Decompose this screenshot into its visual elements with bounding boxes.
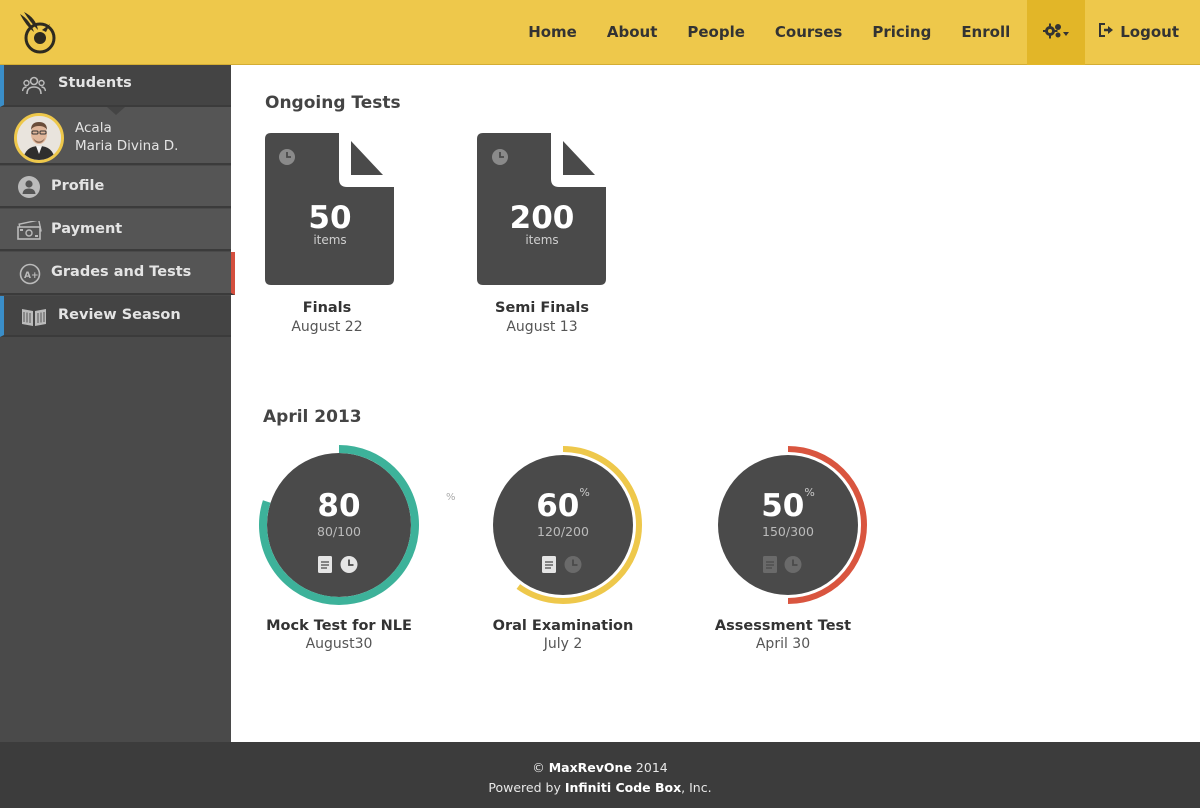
test-item-count: 50 [308, 200, 352, 236]
logout-label: Logout [1120, 23, 1179, 41]
footer: © MaxRevOne 2014 Powered by Infiniti Cod… [0, 742, 1200, 808]
result-number: 80 [317, 488, 361, 524]
sidebar-item-label: Payment [51, 221, 123, 237]
settings-dropdown[interactable] [1027, 0, 1086, 65]
footer-year: 2014 [635, 760, 668, 775]
result-name: Assessment Test [714, 618, 852, 634]
result-date: April 30 [755, 636, 811, 652]
clock-icon [340, 556, 358, 573]
april-2013-heading: April 2013 [263, 407, 362, 427]
test-card-finals[interactable]: 50 items [265, 133, 395, 285]
test-item-unit: items [313, 233, 347, 247]
footer-company: Infiniti Code Box [564, 780, 682, 795]
sidebar-item-grades-and-tests[interactable]: A+ Grades and Tests [0, 252, 235, 295]
users-icon [22, 76, 46, 96]
result-score: 150/300 [762, 524, 814, 539]
ongoing-tests-heading: Ongoing Tests [265, 93, 401, 113]
result-name: Mock Test for NLE [266, 618, 412, 634]
book-icon [21, 307, 47, 327]
powered-by-text: Powered by [488, 780, 561, 795]
active-notch [107, 107, 125, 115]
result-value: 60% [478, 486, 648, 524]
document-small-icon [318, 556, 332, 573]
test-name: Finals [302, 300, 352, 316]
result-date: July 2 [543, 636, 583, 652]
copyright-symbol: © [532, 760, 545, 775]
brand-logo-icon[interactable] [16, 10, 60, 56]
user-first-name: Acala [75, 120, 112, 136]
result-value: 50% [703, 486, 873, 524]
sidebar-item-label: Review Season [58, 307, 181, 323]
result-name: Oral Examination [492, 618, 634, 634]
main-nav: Home About People Courses Pricing Enroll [513, 0, 1200, 65]
sidebar-item-students[interactable]: Students [0, 65, 231, 107]
logout-icon [1099, 0, 1114, 65]
nav-people[interactable]: People [672, 0, 760, 65]
document-small-icon [763, 556, 777, 573]
clock-icon [784, 556, 802, 573]
footer-suffix: , Inc. [681, 780, 712, 795]
result-date: August30 [305, 636, 373, 652]
gears-icon [1042, 23, 1070, 43]
stray-percent-sign: % [446, 492, 456, 503]
test-date: August 13 [506, 319, 578, 335]
result-number: 50 [761, 488, 805, 524]
top-header: Home About People Courses Pricing Enroll [0, 0, 1200, 65]
logout-button[interactable]: Logout [1085, 0, 1200, 65]
footer-copyright: © MaxRevOne 2014 [0, 760, 1200, 775]
money-icon [17, 221, 43, 241]
nav-about[interactable]: About [592, 0, 673, 65]
sidebar: Students Acala Maria Divina D. Profile P… [0, 65, 235, 742]
sidebar-students-label: Students [58, 75, 132, 91]
sidebar-item-review-season[interactable]: Review Season [0, 296, 231, 337]
test-date: August 22 [291, 319, 363, 335]
document-small-icon [542, 556, 556, 573]
user-full-name: Maria Divina D. [75, 138, 179, 154]
result-score: 80/100 [317, 524, 361, 539]
nav-home[interactable]: Home [513, 0, 592, 65]
test-item-unit: items [525, 233, 559, 247]
grade-icon: A+ [19, 263, 41, 285]
clock-icon [564, 556, 582, 573]
test-item-count: 200 [509, 200, 575, 236]
result-gauge-assessment-test[interactable]: 50% 150/300 [703, 440, 873, 610]
result-gauge-mock-test[interactable]: 80 80/100 [254, 440, 424, 610]
percent-sign: % [804, 486, 815, 499]
result-gauge-oral-examination[interactable]: 60% 120/200 [478, 440, 648, 610]
avatar[interactable] [14, 113, 64, 163]
svg-text:A+: A+ [24, 271, 39, 281]
test-card-semi-finals[interactable]: 200 items [477, 133, 607, 285]
sidebar-item-profile[interactable]: Profile [0, 166, 231, 208]
result-value: 80 [254, 488, 424, 524]
footer-powered-by: Powered by Infiniti Code Box, Inc. [0, 780, 1200, 795]
nav-enroll[interactable]: Enroll [946, 0, 1025, 65]
footer-brand: MaxRevOne [548, 760, 632, 775]
nav-courses[interactable]: Courses [760, 0, 857, 65]
nav-pricing[interactable]: Pricing [857, 0, 946, 65]
result-number: 60 [536, 488, 580, 524]
sidebar-item-payment[interactable]: Payment [0, 209, 231, 251]
percent-sign: % [579, 486, 590, 499]
sidebar-item-label: Grades and Tests [51, 264, 192, 280]
result-score: 120/200 [537, 524, 589, 539]
user-icon [18, 176, 40, 198]
test-name: Semi Finals [495, 300, 589, 316]
sidebar-item-label: Profile [51, 178, 105, 194]
